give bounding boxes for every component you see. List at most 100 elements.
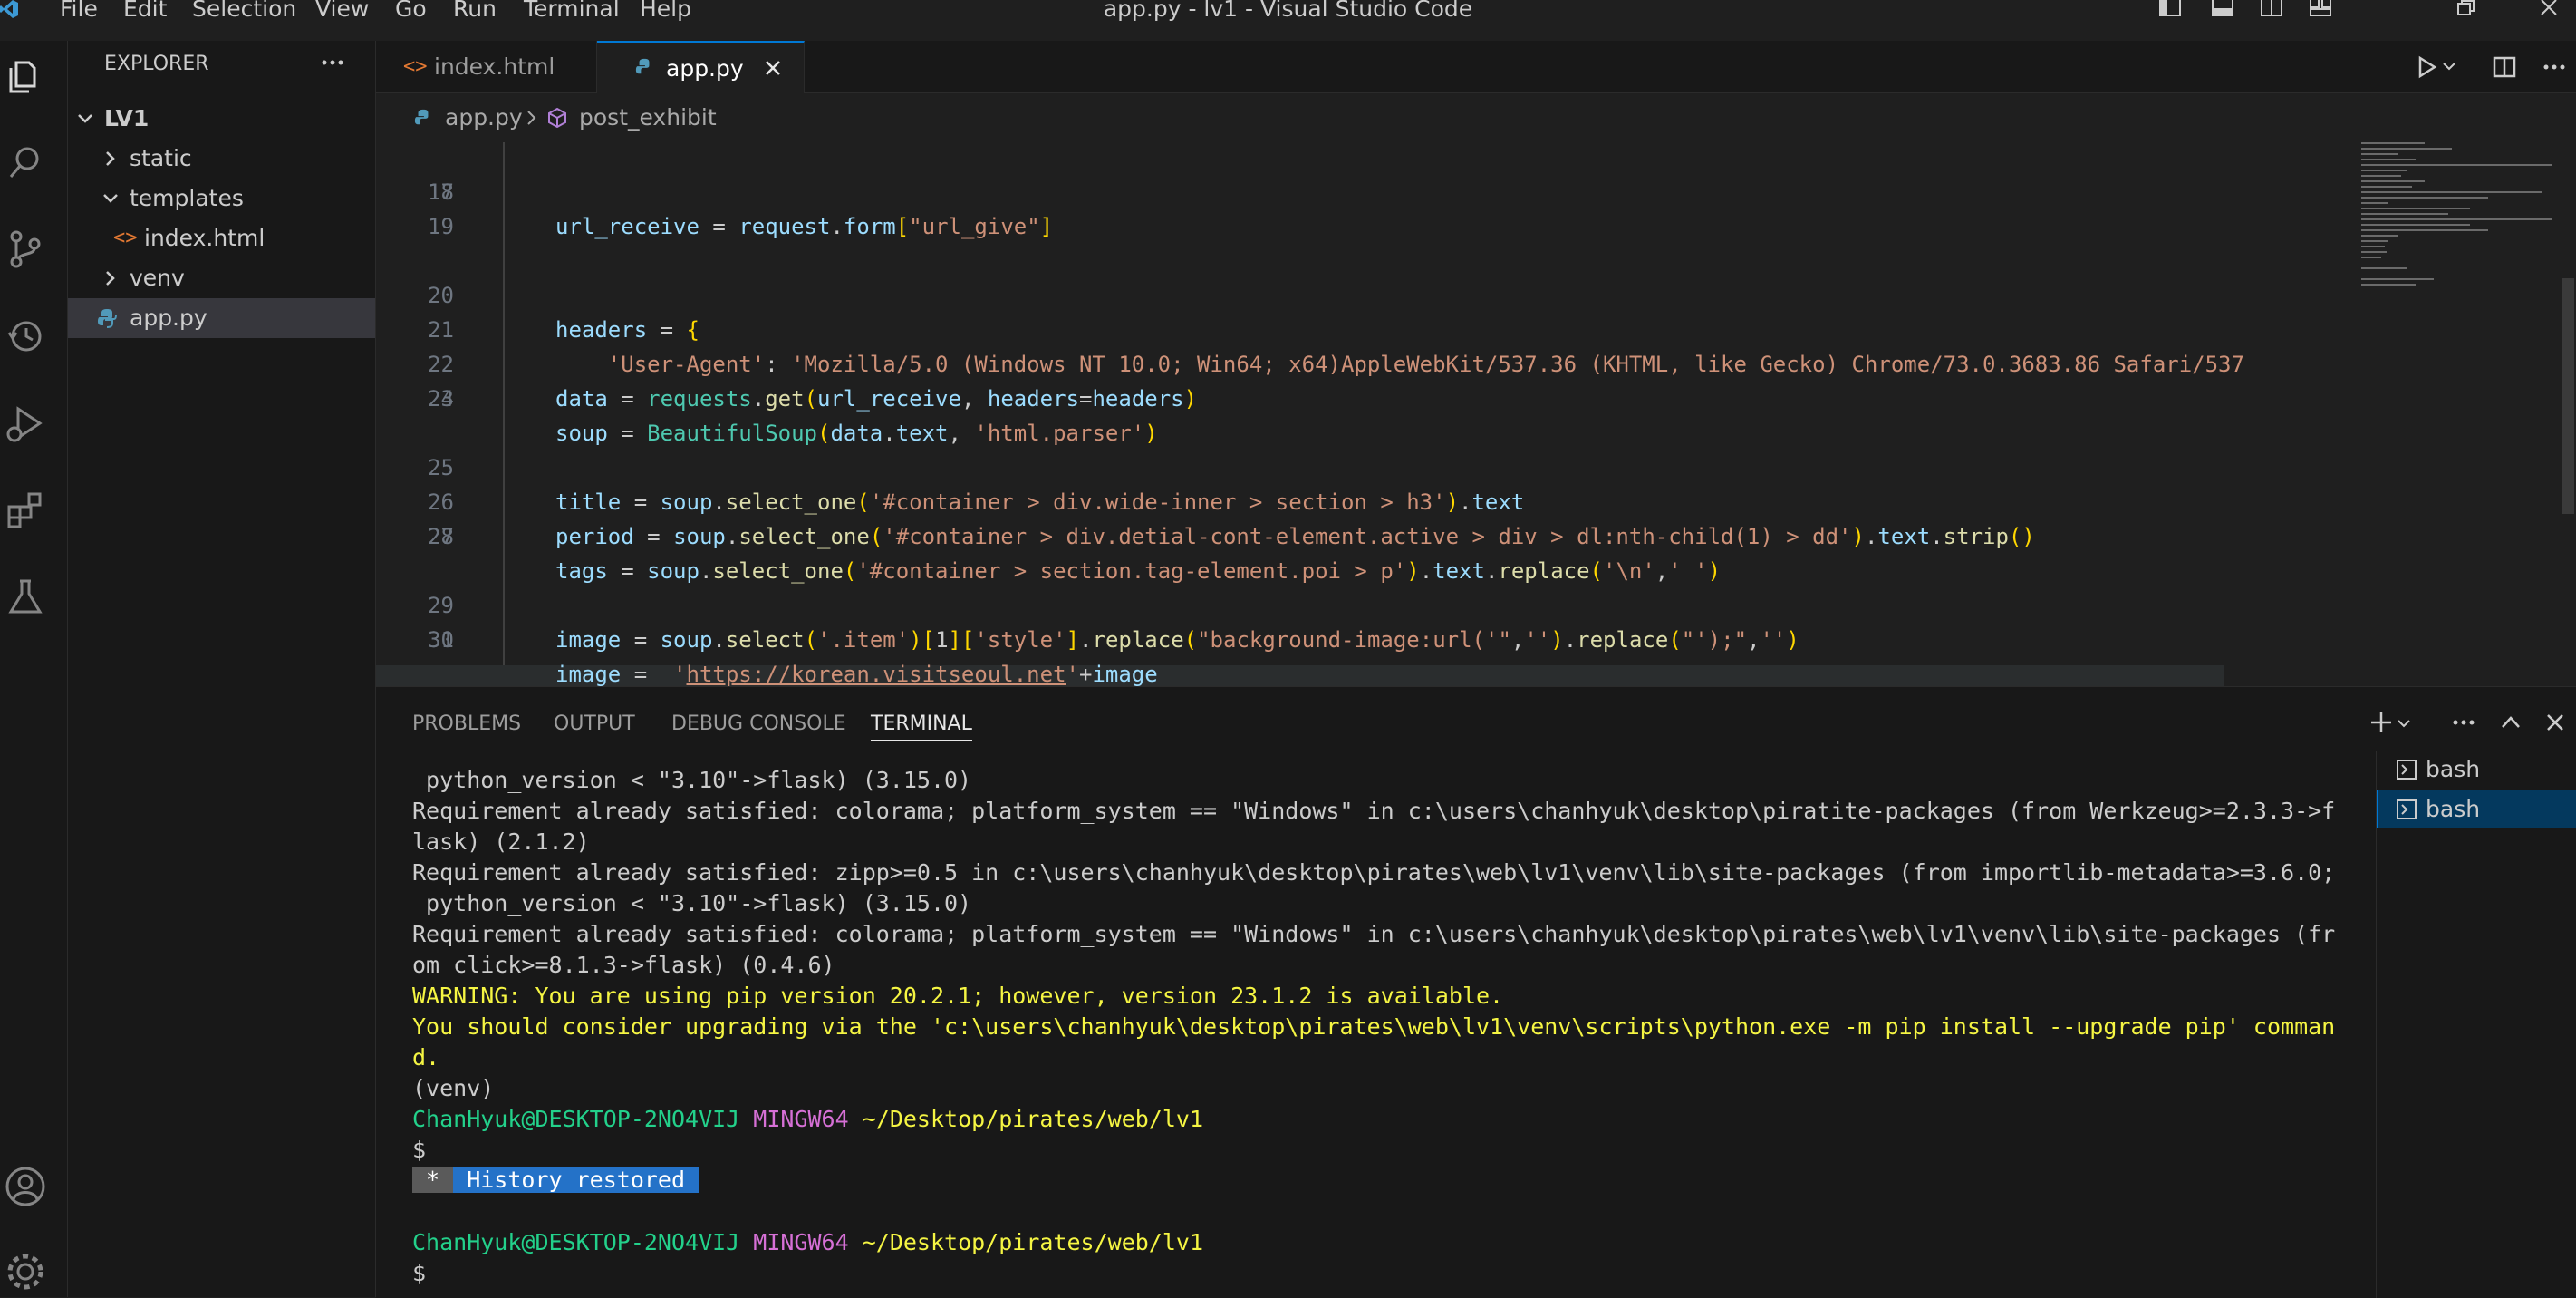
- breadcrumb: app.py post_exhibit: [376, 93, 2576, 142]
- terminal-icon: [2397, 799, 2417, 819]
- tab-index-html[interactable]: <> index.html: [376, 41, 597, 92]
- terminal-line: python_version < "3.10"->flask) (3.15.0): [412, 890, 972, 916]
- run-python-file-icon[interactable]: [2415, 55, 2438, 79]
- activity-bar: [0, 41, 68, 1297]
- terminal-prompt-symbol: $: [412, 1260, 427, 1286]
- accounts-icon[interactable]: [4, 1165, 47, 1208]
- customize-layout-icon[interactable]: [2309, 0, 2332, 18]
- breadcrumb-symbol[interactable]: post_exhibit: [579, 93, 717, 142]
- breadcrumb-file[interactable]: app.py: [445, 93, 523, 142]
- editor-scrollbar[interactable]: [2561, 142, 2576, 686]
- chevron-down-icon: [101, 189, 121, 208]
- chevron-down-icon: [75, 109, 95, 129]
- terminal-line: om click>=8.1.3->flask) (0.4.6): [412, 952, 835, 978]
- run-options-chevron-down-icon[interactable]: [2442, 61, 2456, 73]
- code-line: 24: [428, 386, 454, 412]
- toggle-secondary-sidebar-icon[interactable]: [2260, 0, 2283, 18]
- run-debug-icon[interactable]: [4, 402, 47, 445]
- chevron-right-icon: [525, 110, 539, 126]
- terminal-warning-line: d.: [412, 1044, 440, 1070]
- tab-debug-console[interactable]: DEBUG CONSOLE: [671, 709, 846, 740]
- tree-item-app-py[interactable]: app.py: [68, 298, 375, 338]
- source-control-icon[interactable]: [4, 228, 47, 271]
- terminal-prompt-symbol: $: [412, 1137, 427, 1163]
- history-badge-star: *: [412, 1167, 454, 1193]
- prompt-user: ChanHyuk@DESKTOP-2NO4VIJ: [412, 1229, 740, 1255]
- tab-problems[interactable]: PROBLEMS: [412, 709, 521, 740]
- tab-output[interactable]: OUTPUT: [554, 709, 635, 740]
- code-line: 23 soup = BeautifulSoup(data.text, 'html…: [428, 386, 1158, 446]
- tree-item-venv[interactable]: venv: [68, 258, 375, 298]
- chevron-right-icon: [101, 149, 121, 169]
- code-line: 27 tags = soup.select_one('#container > …: [428, 524, 1722, 584]
- terminal-line: Requirement already satisfied: zipp>=0.5…: [412, 859, 2336, 886]
- close-panel-icon[interactable]: [2545, 712, 2565, 732]
- html-file-icon: <>: [113, 227, 138, 249]
- code-line: 21 'User-Agent': 'Mozilla/5.0 (Windows N…: [428, 317, 2244, 377]
- terminal-instance-label: bash: [2426, 796, 2481, 822]
- scrollbar-thumb[interactable]: [2562, 278, 2574, 514]
- search-icon[interactable]: [4, 140, 47, 184]
- restore-window-icon[interactable]: [2455, 0, 2475, 16]
- timeline-icon[interactable]: [4, 315, 47, 358]
- workspace-root-label: LV1: [104, 105, 150, 131]
- minimap[interactable]: [2345, 142, 2553, 686]
- terminal-line: lask) (2.1.2): [412, 828, 590, 855]
- prompt-shell: MINGW64: [753, 1229, 849, 1255]
- close-tab-icon[interactable]: [764, 59, 782, 77]
- chevron-right-icon: [101, 268, 121, 288]
- html-file-icon: <>: [403, 55, 428, 78]
- tree-item-templates[interactable]: templates: [68, 179, 375, 218]
- terminal-prompt: ChanHyuk@DESKTOP-2NO4VIJ MINGW64 ~/Deskt…: [412, 1104, 1203, 1135]
- python-file-icon: [414, 109, 432, 127]
- extensions-icon[interactable]: [4, 489, 47, 532]
- code-line: 30 image = 'https://korean.visitseoul.ne…: [428, 627, 1158, 686]
- testing-icon[interactable]: [4, 576, 47, 619]
- prompt-shell: MINGW64: [753, 1106, 849, 1132]
- close-window-icon[interactable]: [2540, 0, 2558, 16]
- terminal-venv-line: (venv): [412, 1075, 495, 1101]
- editor-tab-bar: <> index.html app.py: [376, 41, 2576, 93]
- code-line: 32 doc = {: [376, 657, 2342, 686]
- code-line: 31: [428, 627, 454, 653]
- terminal-instance-bash[interactable]: bash: [2377, 751, 2576, 789]
- split-editor-icon[interactable]: [2493, 55, 2516, 79]
- tree-item-static[interactable]: static: [68, 139, 375, 179]
- settings-gear-icon[interactable]: [4, 1250, 47, 1293]
- tree-item-label: app.py: [130, 305, 207, 331]
- code-line: 28: [428, 524, 454, 549]
- terminal-profiles-chevron-down-icon[interactable]: [2397, 718, 2411, 731]
- workspace-root[interactable]: LV1: [68, 99, 375, 139]
- code-line: 19: [428, 214, 454, 239]
- code-line: 18: [428, 179, 454, 205]
- tree-item-index-html[interactable]: <> index.html: [68, 218, 375, 258]
- terminal-warning-line: WARNING: You are using pip version 20.2.…: [412, 983, 1504, 1009]
- code-editor[interactable]: 17 url_receive = request.form["url_give"…: [376, 142, 2576, 686]
- tree-item-label: static: [130, 145, 192, 171]
- terminal-warning-line: You should consider upgrading via the 'c…: [412, 1013, 2336, 1040]
- explorer-icon[interactable]: [4, 53, 47, 97]
- editor-more-actions-icon[interactable]: [2542, 55, 2567, 79]
- tab-terminal[interactable]: TERMINAL: [871, 709, 972, 741]
- prompt-user: ChanHyuk@DESKTOP-2NO4VIJ: [412, 1106, 740, 1132]
- history-restored-badge: * History restored: [412, 1166, 699, 1195]
- code-line: 20 headers = {: [428, 283, 699, 343]
- code-line: 26 period = soup.select_one('#container …: [428, 489, 2035, 549]
- tree-item-label: templates: [130, 185, 244, 211]
- maximize-panel-chevron-up-icon[interactable]: [2500, 712, 2522, 732]
- explorer-sidebar: EXPLORER LV1 static templates <> index.h…: [68, 41, 376, 1297]
- terminal-instance-bash-active[interactable]: bash: [2377, 790, 2576, 828]
- toggle-sidebar-icon[interactable]: [2158, 0, 2182, 18]
- more-actions-icon[interactable]: [320, 50, 345, 75]
- panel-more-actions-icon[interactable]: [2451, 711, 2476, 734]
- method-symbol-icon: [546, 107, 568, 129]
- bottom-panel: PROBLEMS OUTPUT DEBUG CONSOLE TERMINAL p…: [376, 686, 2576, 1298]
- python-file-icon: [635, 58, 653, 76]
- prompt-path: ~/Desktop/pirates/web/lv1: [862, 1106, 1204, 1132]
- code-line: 29 image = soup.select('.item')[1]['styl…: [428, 593, 1799, 653]
- new-terminal-plus-icon[interactable]: [2369, 711, 2393, 734]
- tab-app-py[interactable]: app.py: [597, 41, 805, 93]
- terminal-instance-label: bash: [2426, 756, 2481, 782]
- toggle-panel-icon[interactable]: [2211, 0, 2234, 18]
- tree-item-label: venv: [130, 265, 185, 291]
